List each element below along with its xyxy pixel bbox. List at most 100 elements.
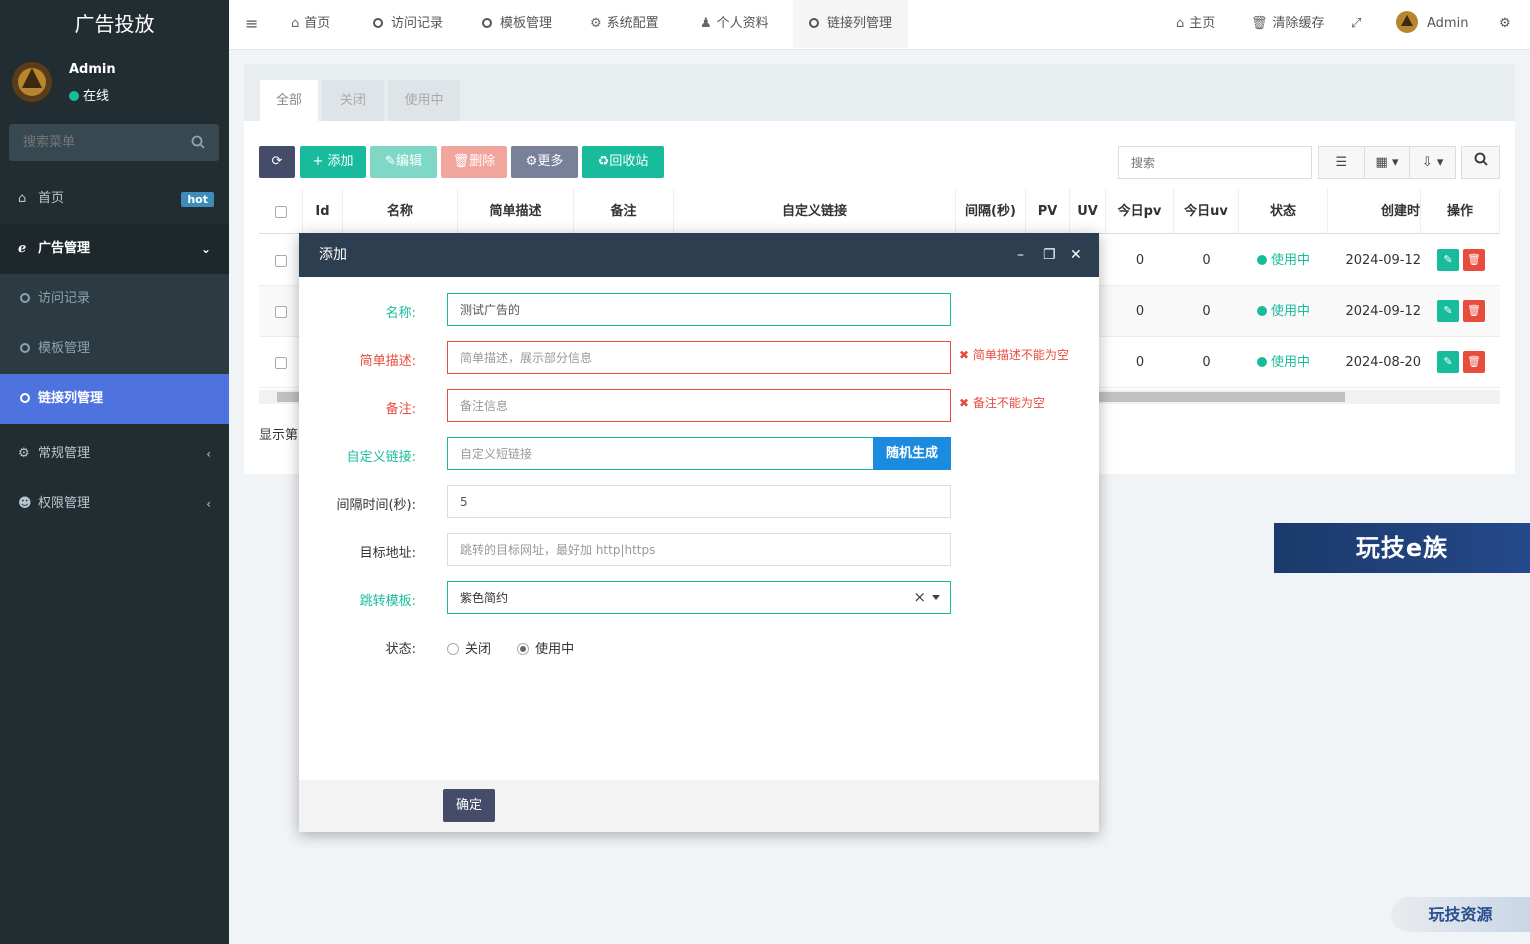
columns-icon[interactable]: ▦ ▾: [1365, 147, 1411, 178]
select-all-checkbox[interactable]: [274, 205, 287, 218]
interval-field[interactable]: [447, 485, 951, 518]
col-header-today-uv[interactable]: 今日uv: [1174, 189, 1239, 234]
caret-down-icon[interactable]: [932, 595, 940, 600]
row-checkbox-cell[interactable]: [259, 337, 303, 388]
menu-search[interactable]: [9, 124, 219, 161]
sidebar-item-template-management[interactable]: 模板管理: [0, 324, 229, 374]
more-button[interactable]: ⚙更多: [511, 146, 578, 178]
tab-label: 系统配置: [606, 16, 659, 31]
clear-cache-button[interactable]: 🗑 清除缓存: [1251, 0, 1325, 48]
col-header-uv[interactable]: UV: [1070, 189, 1106, 234]
custom-link-input[interactable]: [448, 438, 874, 469]
user-menu[interactable]: Admin: [1395, 0, 1468, 48]
hamburger-menu-icon[interactable]: ≡: [245, 0, 258, 48]
tab-template-management[interactable]: 模板管理: [482, 0, 552, 48]
desc-input[interactable]: [448, 342, 950, 373]
brand-title[interactable]: 广告投放: [0, 0, 229, 50]
fullscreen-icon[interactable]: ⤢: [1351, 0, 1361, 48]
close-icon[interactable]: ✕: [1070, 233, 1082, 277]
add-dialog: 添加 – ❐ ✕ 名称: 简单描述: ✖ 简单描述不能为空 备注: ✖ 备注不能…: [299, 233, 1099, 832]
row-edit-button[interactable]: ✎: [1437, 300, 1459, 322]
row-delete-button[interactable]: 🗑: [1463, 249, 1485, 271]
row-checkbox[interactable]: [275, 254, 287, 267]
radio-in-use-label[interactable]: 使用中: [535, 642, 574, 657]
dialog-header[interactable]: 添加 – ❐ ✕: [299, 233, 1099, 277]
tab-system-config[interactable]: ⚙ 系统配置: [590, 0, 659, 48]
row-checkbox[interactable]: [275, 356, 287, 369]
remark-field[interactable]: [447, 389, 951, 422]
recycle-bin-button[interactable]: ♻回收站: [582, 146, 664, 178]
tab-closed[interactable]: 关闭: [322, 80, 384, 121]
menu-search-input[interactable]: [9, 124, 219, 161]
random-generate-button[interactable]: 随机生成: [873, 437, 951, 470]
table-search[interactable]: [1118, 146, 1312, 179]
gear-icon: ⚙: [590, 16, 602, 31]
cell-today-pv: 0: [1135, 253, 1145, 268]
col-header-pv[interactable]: PV: [1026, 189, 1070, 234]
status-option-in-use[interactable]: 使用中: [517, 642, 574, 657]
col-header-interval[interactable]: 间隔(秒): [956, 189, 1026, 234]
col-header-name[interactable]: 名称: [343, 189, 458, 234]
name-input[interactable]: [448, 294, 950, 325]
delete-button[interactable]: 🗑删除: [441, 146, 507, 178]
advanced-search-button[interactable]: [1461, 146, 1500, 179]
row-delete-button[interactable]: 🗑: [1463, 300, 1485, 322]
row-checkbox-cell[interactable]: [259, 286, 303, 337]
row-delete-button[interactable]: 🗑: [1463, 351, 1485, 373]
refresh-button[interactable]: ⟳: [259, 146, 295, 178]
target-input[interactable]: [448, 534, 950, 565]
col-header-today-pv[interactable]: 今日pv: [1106, 189, 1174, 234]
export-icon[interactable]: ⇩ ▾: [1410, 147, 1455, 178]
template-select[interactable]: ×: [447, 581, 951, 614]
desc-field[interactable]: [447, 341, 951, 374]
tab-all[interactable]: 全部: [260, 80, 318, 121]
delete-button-label: 删除: [469, 154, 496, 169]
row-edit-button[interactable]: ✎: [1437, 249, 1459, 271]
search-icon[interactable]: [191, 135, 205, 149]
interval-input[interactable]: [448, 486, 950, 517]
clear-icon[interactable]: ×: [913, 582, 926, 613]
status-option-closed[interactable]: 关闭: [447, 642, 491, 657]
col-header-created[interactable]: 创建时: [1328, 189, 1421, 234]
radio-closed-label[interactable]: 关闭: [465, 642, 491, 657]
col-header-custom-link[interactable]: 自定义链接: [674, 189, 956, 234]
edit-button[interactable]: ✎编辑: [370, 146, 437, 178]
sidebar-item-home[interactable]: ⌂ 首页 hot: [0, 174, 229, 224]
settings-gears-icon[interactable]: ⚙: [1499, 0, 1511, 48]
sidebar-item-link-management[interactable]: 链接列管理: [0, 374, 229, 424]
tab-in-use[interactable]: 使用中: [388, 80, 460, 121]
select-all-checkbox-cell[interactable]: [259, 189, 303, 234]
sidebar-item-permission-management[interactable]: ☻ 权限管理 ‹: [0, 479, 229, 529]
col-header-remark[interactable]: 备注: [574, 189, 674, 234]
tab-profile[interactable]: ♟ 个人资料: [700, 0, 769, 48]
row-checkbox[interactable]: [275, 305, 287, 318]
radio-in-use[interactable]: [517, 643, 530, 655]
add-button[interactable]: + 添加: [300, 146, 366, 178]
col-header-status[interactable]: 状态: [1239, 189, 1328, 234]
tab-home[interactable]: ⌂ 首页: [291, 0, 330, 48]
row-edit-button[interactable]: ✎: [1437, 351, 1459, 373]
list-view-icon[interactable]: ☰: [1319, 147, 1365, 178]
table-search-input[interactable]: [1119, 147, 1311, 178]
row-checkbox-cell[interactable]: [259, 235, 303, 286]
sidebar-item-visit-records[interactable]: 访问记录: [0, 274, 229, 324]
tab-visit-records[interactable]: 访问记录: [373, 0, 443, 48]
sidebar-item-label: 模板管理: [38, 341, 91, 356]
radio-closed[interactable]: [447, 643, 459, 655]
target-field[interactable]: [447, 533, 951, 566]
minimize-icon[interactable]: –: [1017, 233, 1024, 277]
remark-input[interactable]: [448, 390, 950, 421]
sidebar-item-general-management[interactable]: ⚙ 常规管理 ‹: [0, 429, 229, 479]
sidebar-item-ad-management[interactable]: ℯ 广告管理 ⌄: [0, 224, 229, 274]
col-header-id[interactable]: Id: [303, 189, 343, 234]
col-header-desc[interactable]: 简单描述: [458, 189, 574, 234]
home-link[interactable]: ⌂ 主页: [1176, 0, 1215, 48]
tab-link-management[interactable]: 链接列管理: [793, 0, 909, 48]
custom-link-field[interactable]: 随机生成: [447, 437, 951, 470]
name-field[interactable]: [447, 293, 951, 326]
maximize-icon[interactable]: ❐: [1043, 233, 1056, 277]
template-select-value[interactable]: [448, 582, 888, 613]
watermark-logo: 玩技e族: [1274, 523, 1530, 573]
confirm-button[interactable]: 确定: [443, 789, 495, 822]
status-text: 使用中: [1270, 355, 1310, 370]
